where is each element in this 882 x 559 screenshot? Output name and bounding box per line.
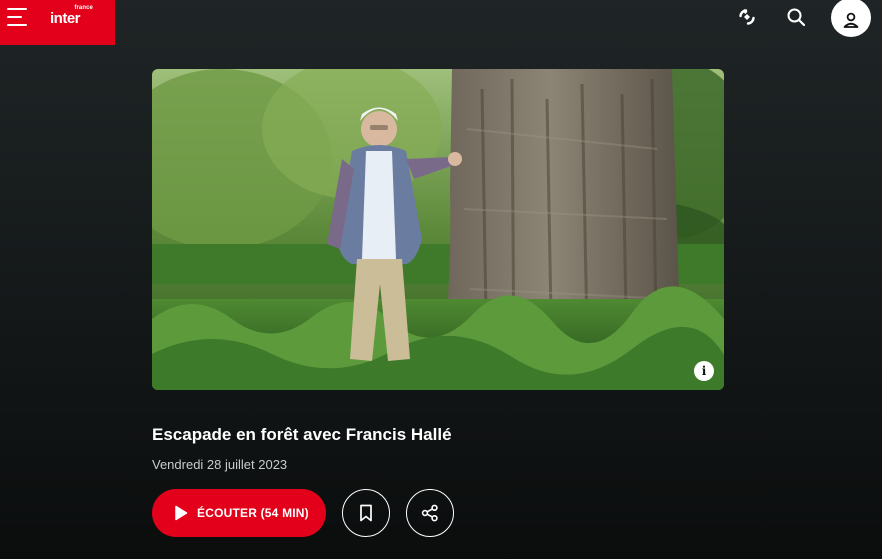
episode-title: Escapade en forêt avec Francis Hallé [152,425,452,444]
menu-button[interactable] [7,8,29,26]
logo-main-text: inter [50,10,81,27]
live-radio-button[interactable] [735,5,759,29]
search-button[interactable] [784,5,808,29]
bookmark-button[interactable] [342,489,390,537]
listen-button-label: ÉCOUTER (54 MIN) [197,506,309,520]
info-icon: i [701,364,707,378]
search-icon [787,8,806,27]
hamburger-icon-line [7,24,27,26]
account-button[interactable] [831,0,871,37]
hamburger-icon-line [7,8,27,10]
play-icon [175,505,188,521]
live-waves-icon [739,9,755,25]
share-button[interactable] [406,489,454,537]
user-icon [843,12,859,28]
episode-cover-image: i [152,69,724,390]
france-inter-logo[interactable]: france inter [50,5,94,27]
cover-photo-illustration [152,69,724,390]
brand-block: france inter [0,0,115,45]
share-icon [421,504,438,522]
episode-date: Vendredi 28 juillet 2023 [152,457,288,472]
bookmark-icon [360,504,372,522]
listen-button[interactable]: ÉCOUTER (54 MIN) [152,489,326,537]
top-navigation-bar: france inter [0,0,882,46]
hamburger-icon-line [7,16,22,18]
image-info-button[interactable]: i [694,361,714,381]
